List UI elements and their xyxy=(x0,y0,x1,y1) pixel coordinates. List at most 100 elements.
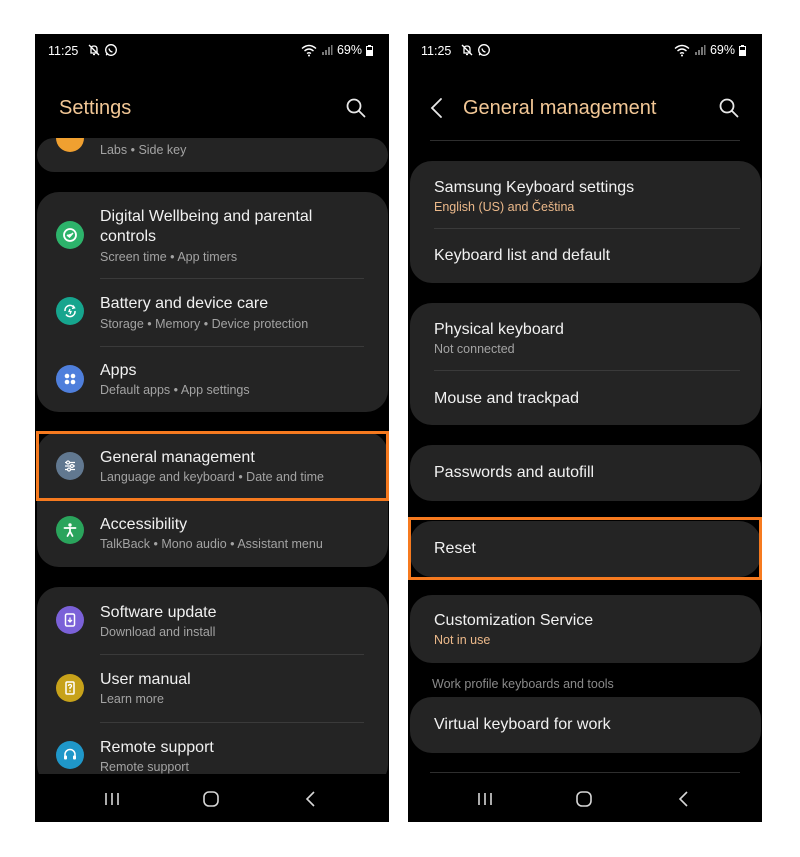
settings-item-digital-wellbeing[interactable]: Digital Wellbeing and parental controls … xyxy=(37,192,388,278)
mute-icon xyxy=(87,43,101,57)
reset-card: Reset xyxy=(410,521,761,577)
signal-icon xyxy=(321,44,333,56)
settings-item-user-manual[interactable]: User manual Learn more xyxy=(37,655,388,722)
settings-item-general-management[interactable]: General management Language and keyboard… xyxy=(37,432,388,499)
recent-apps-icon[interactable] xyxy=(100,787,124,811)
battery-care-icon xyxy=(56,297,84,325)
back-nav-icon[interactable] xyxy=(672,787,696,811)
apps-subtitle: Default apps • App settings xyxy=(100,383,250,397)
general-management-icon xyxy=(56,452,84,480)
section-header-work-profile: Work profile keyboards and tools xyxy=(432,677,614,691)
item-keyboard-list-default[interactable]: Keyboard list and default xyxy=(410,229,761,283)
top-divider xyxy=(430,140,740,141)
battery-icon xyxy=(739,44,746,56)
item-samsung-keyboard-settings[interactable]: Samsung Keyboard settings English (US) a… xyxy=(410,161,761,228)
accessibility-icon xyxy=(56,516,84,544)
general-management-subtitle: Language and keyboard • Date and time xyxy=(100,470,324,484)
settings-item-accessibility[interactable]: Accessibility TalkBack • Mono audio • As… xyxy=(37,500,388,567)
remote-support-subtitle: Remote support xyxy=(100,760,189,774)
item-passwords-autofill[interactable]: Passwords and autofill xyxy=(410,445,761,501)
home-icon[interactable] xyxy=(199,787,223,811)
passwords-autofill-title: Passwords and autofill xyxy=(434,464,595,481)
navigation-bar xyxy=(408,774,762,822)
software-update-icon xyxy=(56,606,84,634)
customization-service-subtitle: Not in use xyxy=(434,633,491,647)
physical-keyboard-title: Physical keyboard xyxy=(434,321,564,338)
wifi-icon xyxy=(301,44,317,57)
back-nav-icon[interactable] xyxy=(299,787,323,811)
app-header: General management xyxy=(408,92,762,128)
signal-icon xyxy=(694,44,706,56)
item-mouse-trackpad[interactable]: Mouse and trackpad xyxy=(410,371,761,425)
work-keyboard-card: Virtual keyboard for work xyxy=(410,697,761,753)
mute-icon xyxy=(460,43,474,57)
advanced-features-subtitle: Labs • Side key xyxy=(100,143,187,157)
search-icon[interactable] xyxy=(718,97,742,121)
software-update-subtitle: Download and install xyxy=(100,625,216,639)
digital-wellbeing-icon xyxy=(56,221,84,249)
user-manual-icon xyxy=(56,674,84,702)
physical-input-card: Physical keyboard Not connected Mouse an… xyxy=(410,303,761,425)
digital-wellbeing-title-line2: controls xyxy=(100,228,157,245)
item-physical-keyboard[interactable]: Physical keyboard Not connected xyxy=(410,303,761,370)
item-reset[interactable]: Reset xyxy=(410,521,761,577)
passwords-card: Passwords and autofill xyxy=(410,445,761,501)
item-customization-service[interactable]: Customization Service Not in use xyxy=(410,595,761,663)
virtual-keyboard-title: Virtual keyboard for work xyxy=(434,716,611,733)
samsung-keyboard-subtitle: English (US) and Čeština xyxy=(434,200,575,214)
user-manual-title: User manual xyxy=(100,671,191,688)
page-title: General management xyxy=(463,97,657,119)
whatsapp-icon xyxy=(477,43,491,57)
settings-screen: 11:25 69% Settings Labs • Side key Digit… xyxy=(35,34,389,822)
apps-title: Apps xyxy=(100,362,137,379)
settings-card-support: Software update Download and install Use… xyxy=(37,587,388,787)
page-title: Settings xyxy=(59,97,132,119)
battery-percent: 69% xyxy=(709,43,735,57)
samsung-keyboard-title: Samsung Keyboard settings xyxy=(434,179,635,196)
status-time: 11:25 xyxy=(48,44,79,58)
search-icon[interactable] xyxy=(345,97,369,121)
status-time: 11:25 xyxy=(421,44,452,58)
digital-wellbeing-subtitle: Screen time • App timers xyxy=(100,250,238,264)
settings-card-device: Digital Wellbeing and parental controls … xyxy=(37,192,388,412)
settings-item-software-update[interactable]: Software update Download and install xyxy=(37,587,388,654)
accessibility-subtitle: TalkBack • Mono audio • Assistant menu xyxy=(100,537,323,551)
settings-item-apps[interactable]: Apps Default apps • App settings xyxy=(37,347,388,412)
digital-wellbeing-title-line1: Digital Wellbeing and parental xyxy=(100,208,313,225)
remote-support-icon xyxy=(56,741,84,769)
wifi-icon xyxy=(674,44,690,57)
keyboard-list-title: Keyboard list and default xyxy=(434,247,611,264)
home-icon[interactable] xyxy=(572,787,596,811)
app-header: Settings xyxy=(35,92,389,128)
software-update-title: Software update xyxy=(100,604,217,621)
physical-keyboard-subtitle: Not connected xyxy=(434,342,515,356)
general-management-screen: 11:25 69% General management Samsung Key… xyxy=(408,34,762,822)
status-bar: 11:25 69% xyxy=(35,34,389,66)
battery-care-title: Battery and device care xyxy=(100,295,269,312)
battery-percent: 69% xyxy=(336,43,362,57)
navigation-bar xyxy=(35,774,389,822)
advanced-features-icon xyxy=(56,138,84,152)
general-management-title: General management xyxy=(100,449,255,466)
back-arrow-icon[interactable] xyxy=(427,96,451,122)
reset-title: Reset xyxy=(434,540,476,557)
customization-service-title: Customization Service xyxy=(434,612,594,629)
accessibility-title: Accessibility xyxy=(100,516,188,533)
bottom-divider xyxy=(430,772,740,773)
settings-item-advanced-features[interactable]: Labs • Side key xyxy=(37,138,388,172)
item-virtual-keyboard-work[interactable]: Virtual keyboard for work xyxy=(410,697,761,753)
keyboard-card: Samsung Keyboard settings English (US) a… xyxy=(410,161,761,283)
settings-item-battery-care[interactable]: Battery and device care Storage • Memory… xyxy=(37,279,388,345)
mouse-trackpad-title: Mouse and trackpad xyxy=(434,390,579,407)
battery-care-subtitle: Storage • Memory • Device protection xyxy=(100,317,309,331)
customization-card: Customization Service Not in use xyxy=(410,595,761,663)
recent-apps-icon[interactable] xyxy=(473,787,497,811)
settings-card-general: General management Language and keyboard… xyxy=(37,432,388,567)
apps-icon xyxy=(56,365,84,393)
whatsapp-icon xyxy=(104,43,118,57)
settings-card-advanced: Labs • Side key xyxy=(37,138,388,172)
status-bar: 11:25 69% xyxy=(408,34,762,66)
remote-support-title: Remote support xyxy=(100,739,214,756)
user-manual-subtitle: Learn more xyxy=(100,692,164,706)
battery-icon xyxy=(366,44,373,56)
